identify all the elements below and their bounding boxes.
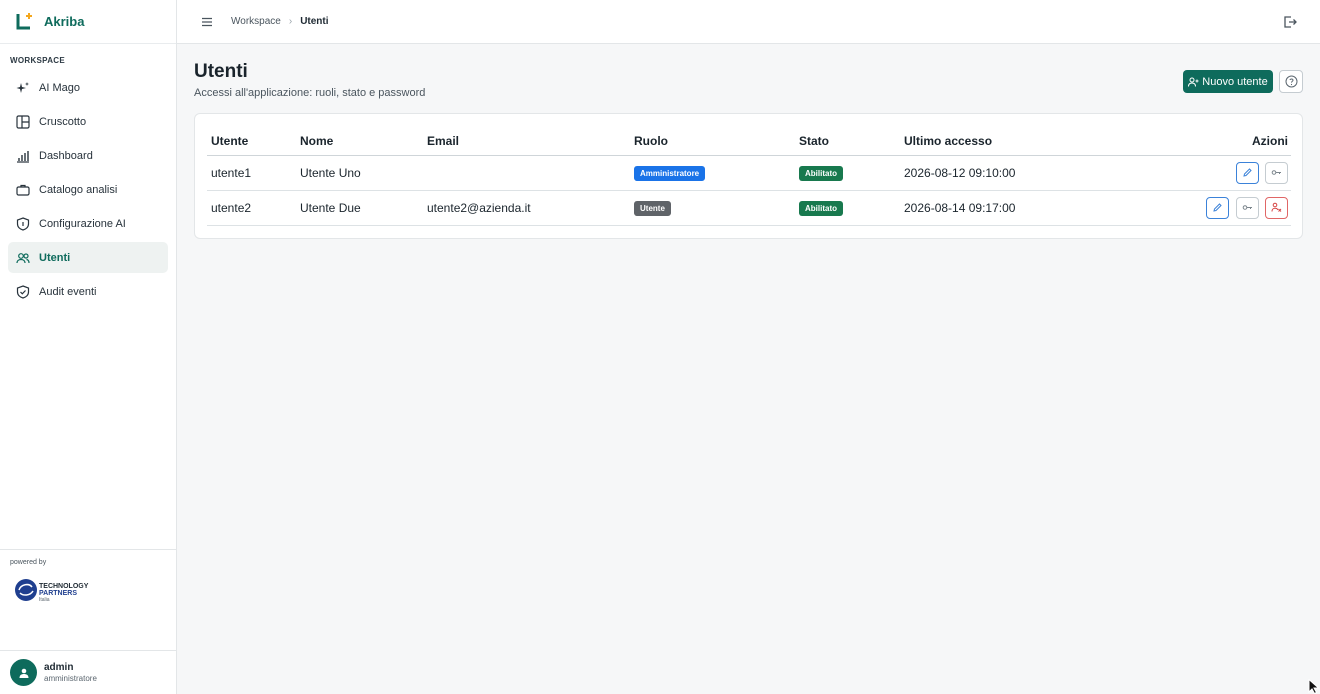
hamburger-icon — [202, 17, 212, 26]
edit-user-button[interactable] — [1235, 161, 1259, 184]
pencil-icon — [1213, 203, 1223, 212]
key-icon — [1242, 205, 1252, 210]
shield-check-icon — [16, 284, 30, 299]
cell-status: Abilitato — [795, 190, 900, 226]
column-header-email[interactable]: Email — [423, 128, 630, 156]
brand-logo-icon — [16, 12, 32, 29]
breadcrumb: Workspace › Utenti — [231, 16, 329, 27]
new-user-button[interactable]: Nuovo utente — [1183, 70, 1273, 93]
cell-username: utente2 — [207, 190, 296, 226]
sidebar-item-utenti[interactable]: Utenti — [8, 242, 168, 273]
remove-user-icon — [1271, 202, 1282, 212]
sidebar-nav: AI Mago Cruscotto Dashboard Catalogo ana… — [0, 72, 176, 307]
sidebar-item-label: Utenti — [39, 251, 71, 264]
chart-icon — [17, 150, 29, 163]
mouse-cursor-icon — [1308, 679, 1320, 694]
topbar: Workspace › Utenti — [177, 0, 1320, 44]
partner-logo: TECHNOLOGY PARTNERS Italia — [15, 579, 89, 603]
brand[interactable]: Akriba — [0, 0, 176, 44]
powered-by-label: powered by — [10, 559, 47, 566]
user-role: amministratore — [44, 673, 97, 683]
sidebar-item-ai-mago[interactable]: AI Mago — [8, 72, 168, 103]
cell-actions — [1110, 190, 1291, 226]
table-row: utente1 Utente Uno Amministratore Abilit… — [207, 155, 1291, 191]
current-user[interactable]: admin amministratore — [0, 650, 176, 694]
sidebar-item-label: Dashboard — [39, 149, 93, 162]
sidebar: Akriba WORKSPACE AI Mago Cruscotto Dashb… — [0, 0, 177, 694]
role-badge: Utente — [634, 200, 671, 216]
breadcrumb-current: Utenti — [300, 16, 329, 27]
cell-email — [423, 155, 630, 191]
cell-username: utente1 — [207, 155, 296, 191]
reset-password-button[interactable] — [1235, 196, 1259, 219]
column-header-nome[interactable]: Nome — [296, 128, 423, 156]
column-header-azioni: Azioni — [1110, 128, 1291, 156]
cell-last-access: 2026-08-12 09:10:00 — [900, 155, 1110, 191]
svg-text:Italia: Italia — [39, 597, 50, 603]
column-header-stato[interactable]: Stato — [795, 128, 900, 156]
user-icon — [19, 668, 28, 678]
sidebar-item-dashboard[interactable]: Dashboard — [8, 140, 168, 171]
role-badge: Amministratore — [634, 165, 706, 181]
sidebar-item-cruscotto[interactable]: Cruscotto — [8, 106, 168, 137]
edit-user-button[interactable] — [1206, 196, 1230, 219]
pencil-icon — [1242, 168, 1252, 177]
sidebar-item-label: Audit eventi — [39, 285, 97, 298]
sparkle-icon — [16, 81, 29, 93]
logout-icon[interactable] — [1282, 14, 1298, 30]
new-user-label: Nuovo utente — [1202, 75, 1268, 88]
help-icon — [1285, 75, 1297, 88]
delete-user-button[interactable] — [1265, 196, 1288, 219]
powered-by-section: powered by TECHNOLOGY PARTNERS Italia — [0, 549, 176, 650]
avatar — [10, 659, 37, 686]
sidebar-section-label: WORKSPACE — [10, 56, 65, 65]
cell-role: Utente — [630, 190, 795, 226]
chevron-right-icon: › — [288, 16, 293, 27]
menu-toggle-button[interactable] — [198, 13, 216, 31]
cell-email: utente2@azienda.it — [423, 190, 630, 226]
users-table-card: Utente Nome Email Ruolo Stato Ultimo acc… — [194, 113, 1303, 239]
sidebar-item-audit-eventi[interactable]: Audit eventi — [8, 276, 168, 307]
column-header-ruolo[interactable]: Ruolo — [630, 128, 795, 156]
key-icon — [1271, 170, 1281, 175]
add-user-icon — [1188, 77, 1199, 87]
users-icon — [16, 252, 30, 263]
reset-password-button[interactable] — [1265, 161, 1288, 184]
table-header-row: Utente Nome Email Ruolo Stato Ultimo acc… — [207, 128, 1291, 156]
column-header-utente[interactable]: Utente — [207, 128, 296, 156]
breadcrumb-workspace[interactable]: Workspace — [231, 16, 281, 27]
cell-status: Abilitato — [795, 155, 900, 191]
layout-icon — [16, 114, 30, 129]
users-table: Utente Nome Email Ruolo Stato Ultimo acc… — [207, 128, 1291, 226]
cell-last-access: 2026-08-14 09:17:00 — [900, 190, 1110, 226]
svg-text:TECHNOLOGY: TECHNOLOGY — [39, 583, 89, 590]
user-name: admin — [44, 661, 74, 673]
status-badge: Abilitato — [799, 165, 843, 181]
page-title: Utenti — [194, 61, 248, 82]
svg-text:PARTNERS: PARTNERS — [39, 590, 77, 597]
shield-icon — [16, 216, 30, 231]
sidebar-item-label: Catalogo analisi — [39, 183, 118, 196]
status-badge: Abilitato — [799, 200, 843, 216]
sidebar-item-catalogo-analisi[interactable]: Catalogo analisi — [8, 174, 168, 205]
cell-role: Amministratore — [630, 155, 795, 191]
sidebar-item-configurazione-ai[interactable]: Configurazione AI — [8, 208, 168, 239]
sidebar-item-label: Cruscotto — [39, 115, 87, 128]
briefcase-icon — [16, 184, 30, 196]
sidebar-item-label: Configurazione AI — [39, 217, 126, 230]
cell-actions — [1110, 155, 1291, 191]
cell-name: Utente Uno — [296, 155, 423, 191]
table-row: utente2 Utente Due utente2@azienda.it Ut… — [207, 190, 1291, 226]
column-header-ultimo-accesso[interactable]: Ultimo accesso — [900, 128, 1110, 156]
brand-name: Akriba — [44, 14, 85, 29]
help-button[interactable] — [1279, 70, 1303, 93]
page-subtitle: Accessi all'applicazione: ruoli, stato e… — [194, 87, 426, 99]
sidebar-item-label: AI Mago — [39, 81, 80, 94]
cell-name: Utente Due — [296, 190, 423, 226]
